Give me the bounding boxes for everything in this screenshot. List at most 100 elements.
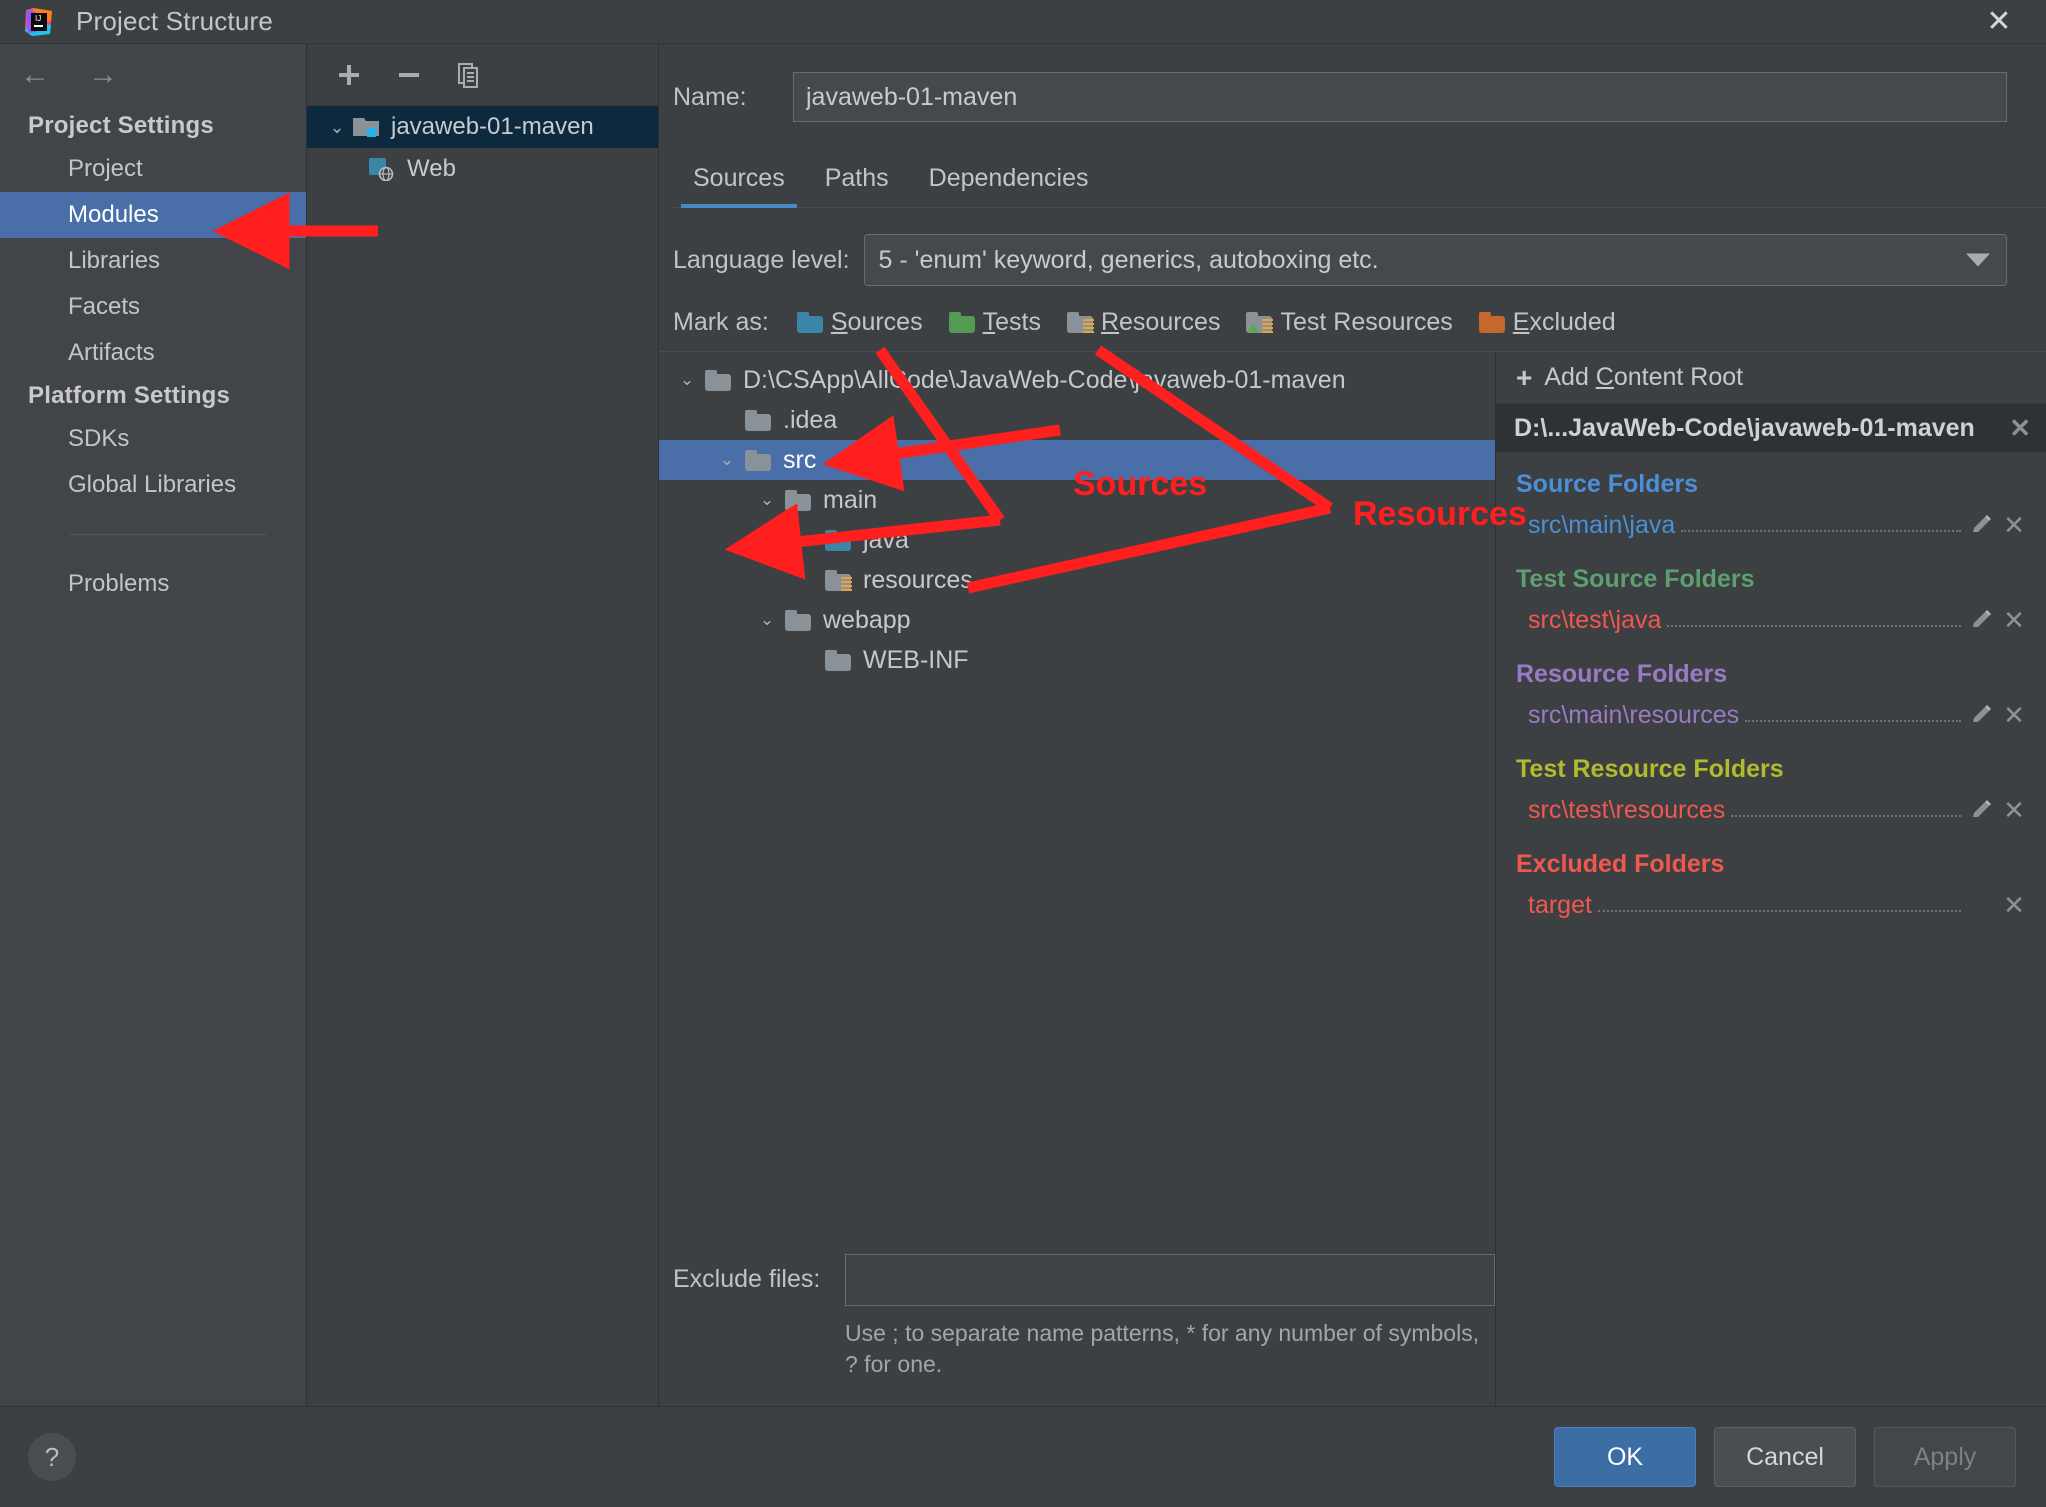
module-editor: Name: Sources Paths Dependencies Languag… xyxy=(659,44,2046,1406)
mark-as-sources-button[interactable]: Sources xyxy=(796,308,923,337)
tree-row-java[interactable]: java xyxy=(659,520,1495,560)
remove-folder-icon[interactable]: ✕ xyxy=(1997,890,2031,921)
tree-row-label: main xyxy=(823,485,878,514)
modules-toolbar xyxy=(307,44,658,106)
project-structure-dialog: IJ Project Structure ✕ ← → Project Setti… xyxy=(0,0,2046,1507)
module-folder-icon xyxy=(353,116,383,138)
folder-path: src\main\resources xyxy=(1528,700,1740,729)
folder-path: src\main\java xyxy=(1528,510,1676,539)
tree-row-resources[interactable]: resources xyxy=(659,560,1495,600)
chevron-down-icon[interactable]: ⌄ xyxy=(669,370,705,390)
mark-as-test-resources-button[interactable]: Test Resources xyxy=(1246,308,1453,337)
tree-row-main[interactable]: ⌄ main xyxy=(659,480,1495,520)
remove-folder-icon[interactable]: ✕ xyxy=(1997,605,2031,636)
sidebar-group-title: Project Settings xyxy=(28,112,214,139)
help-button[interactable]: ? xyxy=(28,1433,76,1481)
apply-button[interactable]: Apply xyxy=(1874,1427,2016,1487)
remove-folder-icon[interactable]: ✕ xyxy=(1997,795,2031,826)
test-resource-folder-entry[interactable]: src\test\resources ✕ xyxy=(1496,788,2046,832)
mark-as-tests-button[interactable]: Tests xyxy=(948,308,1041,337)
edit-pencil-icon[interactable] xyxy=(1967,514,1997,536)
chevron-down-icon[interactable]: ⌄ xyxy=(321,117,353,138)
chevron-down-icon[interactable]: ⌄ xyxy=(709,450,745,470)
web-facet-icon xyxy=(369,157,399,181)
exclude-files-block: Exclude files: Use ; to separate name pa… xyxy=(659,1253,1495,1406)
folder-path: src\test\resources xyxy=(1528,795,1726,824)
content-tree-pane: ⌄ D:\CSApp\AllCode\JavaWeb-Code\javaweb-… xyxy=(659,352,1495,1406)
footer-buttons: OK Cancel Apply xyxy=(1554,1427,2016,1487)
edit-pencil-icon[interactable] xyxy=(1967,704,1997,726)
language-level-select[interactable]: 5 - 'enum' keyword, generics, autoboxing… xyxy=(863,234,2007,286)
tree-row-label: .idea xyxy=(783,405,838,434)
excluded-folder-icon xyxy=(1478,312,1505,333)
back-arrow-icon[interactable]: ← xyxy=(16,60,54,90)
remove-folder-icon[interactable]: ✕ xyxy=(1997,510,2031,541)
edit-pencil-icon[interactable] xyxy=(1967,799,1997,821)
tree-row-idea[interactable]: .idea xyxy=(659,400,1495,440)
edit-pencil-icon[interactable] xyxy=(1967,609,1997,631)
sidebar-nav: ← → xyxy=(0,44,306,106)
module-tree-label: Web xyxy=(407,155,456,182)
module-name-row: Name: xyxy=(659,44,2046,122)
tree-row-web-inf[interactable]: WEB-INF xyxy=(659,640,1495,680)
folder-icon xyxy=(785,609,815,631)
module-tree-label: javaweb-01-maven xyxy=(391,113,594,140)
copy-module-icon[interactable] xyxy=(453,59,485,91)
folder-icon xyxy=(785,489,815,511)
tree-row-content-root[interactable]: ⌄ D:\CSApp\AllCode\JavaWeb-Code\javaweb-… xyxy=(659,360,1495,400)
language-level-row: Language level: 5 - 'enum' keyword, gene… xyxy=(659,208,2046,286)
test-resources-folder-icon xyxy=(1246,312,1274,333)
sidebar-item-sdks[interactable]: SDKs xyxy=(0,416,306,462)
tree-row-webapp[interactable]: ⌄ webapp xyxy=(659,600,1495,640)
add-content-root-button[interactable]: + Add Content Root xyxy=(1496,352,2046,404)
folder-path: src\test\java xyxy=(1528,605,1662,634)
content-root-header: D:\...JavaWeb-Code\javaweb-01-maven ✕ xyxy=(1496,404,2046,452)
tab-sources[interactable]: Sources xyxy=(673,164,805,208)
resource-folder-entry[interactable]: src\main\resources ✕ xyxy=(1496,693,2046,737)
dialog-footer: ? OK Cancel Apply xyxy=(0,1406,2046,1507)
module-tree-row-javaweb-01-maven[interactable]: ⌄ javaweb-01-maven xyxy=(307,106,658,148)
source-folder-entry[interactable]: src\main\java ✕ xyxy=(1496,503,2046,547)
mark-as-tests-label: Tests xyxy=(982,308,1041,336)
tree-row-src[interactable]: ⌄ src xyxy=(659,440,1495,480)
tree-row-label: src xyxy=(783,445,817,474)
chevron-down-icon[interactable]: ⌄ xyxy=(749,610,785,630)
ok-button[interactable]: OK xyxy=(1554,1427,1696,1487)
close-icon[interactable]: ✕ xyxy=(1976,0,2022,44)
remove-folder-icon[interactable]: ✕ xyxy=(1997,700,2031,731)
module-name-input[interactable] xyxy=(793,72,2007,122)
chevron-down-icon[interactable]: ⌄ xyxy=(749,490,785,510)
tab-dependencies[interactable]: Dependencies xyxy=(909,164,1109,207)
sidebar-item-artifacts[interactable]: Artifacts xyxy=(0,330,306,376)
sidebar-item-libraries[interactable]: Libraries xyxy=(0,238,306,284)
forward-arrow-icon[interactable]: → xyxy=(84,60,122,90)
mark-as-row: Mark as: Sources Tests Resources Test Re… xyxy=(659,286,2046,351)
tree-row-label: D:\CSApp\AllCode\JavaWeb-Code\javaweb-01… xyxy=(743,365,1346,394)
resources-folder-icon xyxy=(1066,312,1094,333)
sidebar-item-project[interactable]: Project xyxy=(0,146,306,192)
dotted-leader xyxy=(1597,898,1961,912)
sidebar-item-global-libraries[interactable]: Global Libraries xyxy=(0,462,306,508)
excluded-folder-entry[interactable]: target ✕ xyxy=(1496,883,2046,927)
tree-row-label: resources xyxy=(863,565,973,594)
cancel-button[interactable]: Cancel xyxy=(1714,1427,1856,1487)
test-source-folder-entry[interactable]: src\test\java ✕ xyxy=(1496,598,2046,642)
content-root-path: D:\...JavaWeb-Code\javaweb-01-maven xyxy=(1514,413,1975,442)
sidebar-item-modules[interactable]: Modules xyxy=(0,192,306,238)
module-tree-row-web[interactable]: Web xyxy=(307,148,658,190)
mark-as-excluded-label: Excluded xyxy=(1512,308,1616,336)
sidebar-item-problems[interactable]: Problems xyxy=(0,561,306,607)
chevron-down-icon[interactable] xyxy=(1966,253,1990,267)
sources-split: ⌄ D:\CSApp\AllCode\JavaWeb-Code\javaweb-… xyxy=(659,351,2046,1406)
tree-row-label: WEB-INF xyxy=(863,645,969,674)
source-folders-title: Source Folders xyxy=(1516,470,1698,498)
mark-as-resources-button[interactable]: Resources xyxy=(1066,308,1220,337)
add-module-icon[interactable] xyxy=(333,59,365,91)
exclude-files-input[interactable] xyxy=(845,1253,1495,1306)
resource-folders-title: Resource Folders xyxy=(1516,660,1728,688)
tab-paths[interactable]: Paths xyxy=(805,164,909,207)
mark-as-excluded-button[interactable]: Excluded xyxy=(1478,308,1616,337)
remove-module-icon[interactable] xyxy=(393,59,425,91)
remove-content-root-icon[interactable]: ✕ xyxy=(2009,413,2031,444)
sidebar-item-facets[interactable]: Facets xyxy=(0,284,306,330)
